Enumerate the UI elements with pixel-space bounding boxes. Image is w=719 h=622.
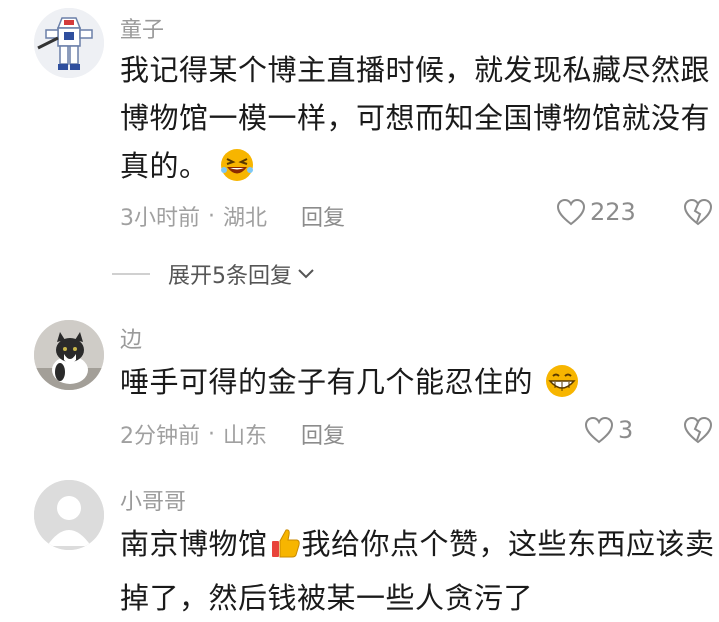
timestamp: 2分钟前: [120, 424, 200, 449]
comment-text-line: 唾手可得的金子有几个能忍住的: [120, 365, 534, 399]
comment-text: 南京博物馆 我给你点个赞，这些东西应该卖 掉了，然后钱被某一些人贪污了: [120, 520, 716, 622]
comment-text-line: 博物馆一模一样，可想而知全国博物馆就没有: [120, 101, 711, 135]
meta-separator: ·: [208, 421, 215, 447]
dislike-button[interactable]: [683, 416, 713, 448]
avatar-robot[interactable]: [34, 8, 104, 78]
cat-photo-icon: [34, 320, 104, 390]
chevron-down-icon: [298, 269, 314, 279]
laughing-emoji-icon: [218, 148, 256, 196]
location: 湖北: [223, 206, 268, 231]
avatar-cat[interactable]: [34, 320, 104, 390]
comment-text-line: 掉了，然后钱被某一些人贪污了: [120, 581, 534, 615]
robot-figure-icon: [34, 8, 104, 78]
comment-text-line: 南京博物馆 我给你点个赞，这些东西应该卖: [120, 520, 716, 574]
comment-text-line: 真的。: [120, 149, 209, 183]
heart-icon: [556, 198, 586, 226]
heart-icon: [584, 416, 614, 444]
comment-text-part: 我给你点个赞，这些东西应该卖: [301, 527, 715, 561]
comment-text: 我记得某个博主直播时候，就发现私藏尽然跟 博物馆一模一样，可想而知全国博物馆就没…: [120, 46, 716, 196]
comment-text-part: 南京博物馆: [120, 527, 268, 561]
location: 山东: [223, 424, 268, 449]
default-user-icon: [34, 480, 104, 550]
avatar-default[interactable]: [34, 480, 104, 550]
expand-replies-label: 展开5条回复: [168, 264, 292, 289]
meta-separator: ·: [208, 203, 215, 229]
comment-text-line-last: 真的。: [120, 142, 716, 196]
username[interactable]: 小哥哥: [120, 484, 186, 516]
username[interactable]: 童子: [120, 12, 164, 44]
divider-line: [112, 273, 150, 275]
broken-heart-icon: [683, 416, 713, 444]
username[interactable]: 边: [120, 322, 142, 354]
like-button[interactable]: 3: [584, 416, 633, 444]
reply-button[interactable]: 回复: [301, 200, 345, 232]
grinning-emoji-icon: [543, 364, 581, 412]
expand-replies-button[interactable]: 展开5条回复: [112, 258, 316, 290]
like-button[interactable]: 223: [556, 198, 636, 226]
comment-meta: 2分钟前 · 山东 回复: [120, 418, 345, 450]
timestamp: 3小时前: [120, 206, 200, 231]
reply-button[interactable]: 回复: [301, 418, 345, 450]
like-count: 223: [590, 198, 636, 226]
comment-text: 唾手可得的金子有几个能忍住的: [120, 358, 716, 412]
dislike-button[interactable]: [683, 198, 713, 230]
broken-heart-icon: [683, 198, 713, 226]
thumbs-up-icon: [268, 526, 302, 574]
comment-meta: 3小时前 · 湖北 回复: [120, 200, 345, 232]
like-count: 3: [618, 416, 634, 444]
comment-text-line: 我记得某个博主直播时候，就发现私藏尽然跟: [120, 53, 711, 87]
